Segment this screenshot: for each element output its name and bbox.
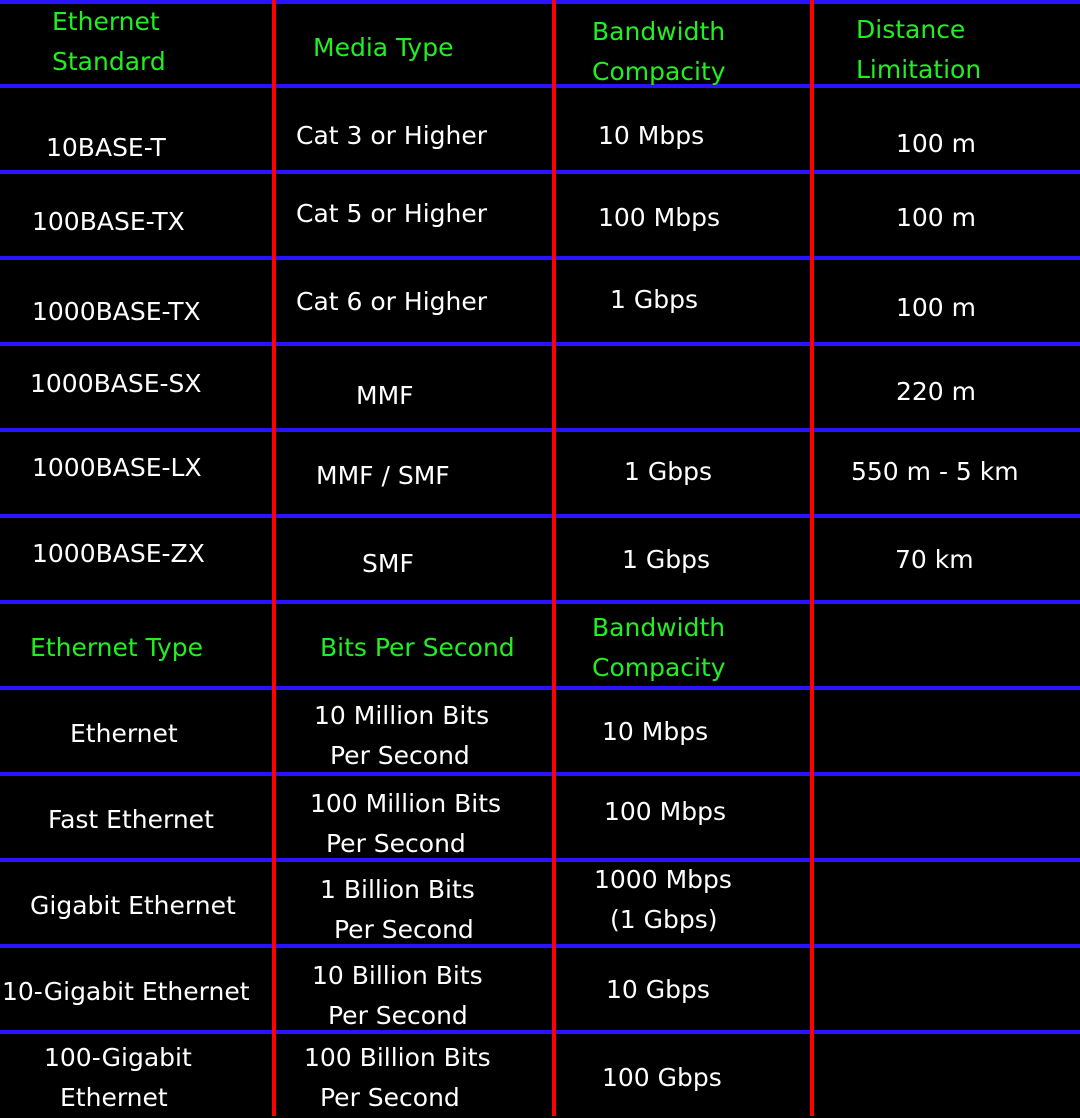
cell-type: Ethernet <box>70 719 178 748</box>
cell-bps: 1 Billion Bits <box>320 875 475 904</box>
cell-standard: 1000BASE-ZX <box>32 539 205 568</box>
cell-standard: 100BASE-TX <box>32 207 185 236</box>
cell-standard: 1000BASE-TX <box>32 297 201 326</box>
cell-bandwidth: 100 Mbps <box>598 203 720 232</box>
header-bits-per-second: Bits Per Second <box>320 633 515 662</box>
cell-bandwidth: 100 Mbps <box>604 797 726 826</box>
row-divider <box>0 170 1080 174</box>
cell-type: 100-Gigabit <box>44 1043 192 1072</box>
cell-bps: 10 Million Bits <box>314 701 490 730</box>
cell-bps: Per Second <box>334 915 474 944</box>
row-divider <box>0 256 1080 260</box>
header-line: Media Type <box>313 33 454 62</box>
row-divider <box>0 1030 1080 1034</box>
header-bandwidth: Bandwidth <box>592 613 726 642</box>
header-ethernet-standard: Standard <box>52 42 166 82</box>
row-divider <box>0 428 1080 432</box>
cell-media: Cat 5 or Higher <box>296 199 488 228</box>
row-divider <box>0 858 1080 862</box>
cell-standard: 1000BASE-SX <box>30 369 202 398</box>
cell-bandwidth: 1 Gbps <box>624 457 712 486</box>
header-line: Distance <box>856 15 966 44</box>
cell-media: MMF / SMF <box>316 461 450 490</box>
row-divider <box>0 944 1080 948</box>
column-divider <box>272 0 276 1116</box>
row-divider <box>0 0 1080 4</box>
header-line: Bandwidth <box>592 17 726 46</box>
cell-distance: 100 m <box>896 129 977 158</box>
cell-bps: 10 Billion Bits <box>312 961 483 990</box>
row-divider <box>0 342 1080 346</box>
header-ethernet-type: Ethernet Type <box>30 633 204 662</box>
row-divider <box>0 600 1080 604</box>
cell-bps: Per Second <box>326 829 466 858</box>
cell-bps: Per Second <box>328 1001 468 1030</box>
cell-bandwidth: 10 Mbps <box>598 121 705 150</box>
cell-distance: 220 m <box>896 377 977 406</box>
header-bandwidth: Bandwidth <box>592 12 725 52</box>
cell-bps: Per Second <box>320 1083 460 1112</box>
cell-distance: 550 m - 5 km <box>851 457 1019 486</box>
header-ethernet-standard: Ethernet <box>52 2 160 42</box>
header-bandwidth: Compacity <box>592 52 726 92</box>
cell-type: Fast Ethernet <box>48 805 214 834</box>
cell-distance: 100 m <box>896 293 977 322</box>
cell-media: SMF <box>362 549 414 578</box>
cell-bandwidth: (1 Gbps) <box>610 905 718 934</box>
cell-type: 10-Gigabit Ethernet <box>2 977 250 1006</box>
cell-standard: 1000BASE-LX <box>32 453 202 482</box>
header-line: Ethernet <box>52 7 160 36</box>
header-distance: Distance <box>856 10 965 50</box>
cell-standard: 10BASE-T <box>46 133 166 162</box>
row-divider <box>0 772 1080 776</box>
cell-bandwidth: 1 Gbps <box>622 545 710 574</box>
header-bandwidth: Compacity <box>592 653 726 682</box>
cell-type: Gigabit Ethernet <box>30 891 236 920</box>
header-line: Compacity <box>592 57 726 86</box>
header-line: Standard <box>52 47 166 76</box>
header-line: Limitation <box>856 55 982 84</box>
row-divider <box>0 686 1080 690</box>
header-media-type: Media Type <box>313 28 453 68</box>
cell-bps: 100 Billion Bits <box>304 1043 491 1072</box>
cell-media: Cat 3 or Higher <box>296 121 488 150</box>
column-divider <box>552 0 556 1116</box>
header-distance: Limitation <box>856 50 981 90</box>
cell-media: Cat 6 or Higher <box>296 287 488 316</box>
cell-bps: Per Second <box>330 741 470 770</box>
column-divider <box>810 0 814 1116</box>
cell-bandwidth: 100 Gbps <box>602 1063 722 1092</box>
cell-media: MMF <box>356 381 414 410</box>
cell-bandwidth: 1 Gbps <box>610 285 698 314</box>
cell-bandwidth: 1000 Mbps <box>594 865 732 894</box>
cell-type: Ethernet <box>60 1083 168 1112</box>
cell-bps: 100 Million Bits <box>310 789 502 818</box>
cell-bandwidth: 10 Gbps <box>606 975 710 1004</box>
row-divider <box>0 514 1080 518</box>
cell-distance: 100 m <box>896 203 977 232</box>
cell-distance: 70 km <box>895 545 974 574</box>
cell-bandwidth: 10 Mbps <box>602 717 709 746</box>
